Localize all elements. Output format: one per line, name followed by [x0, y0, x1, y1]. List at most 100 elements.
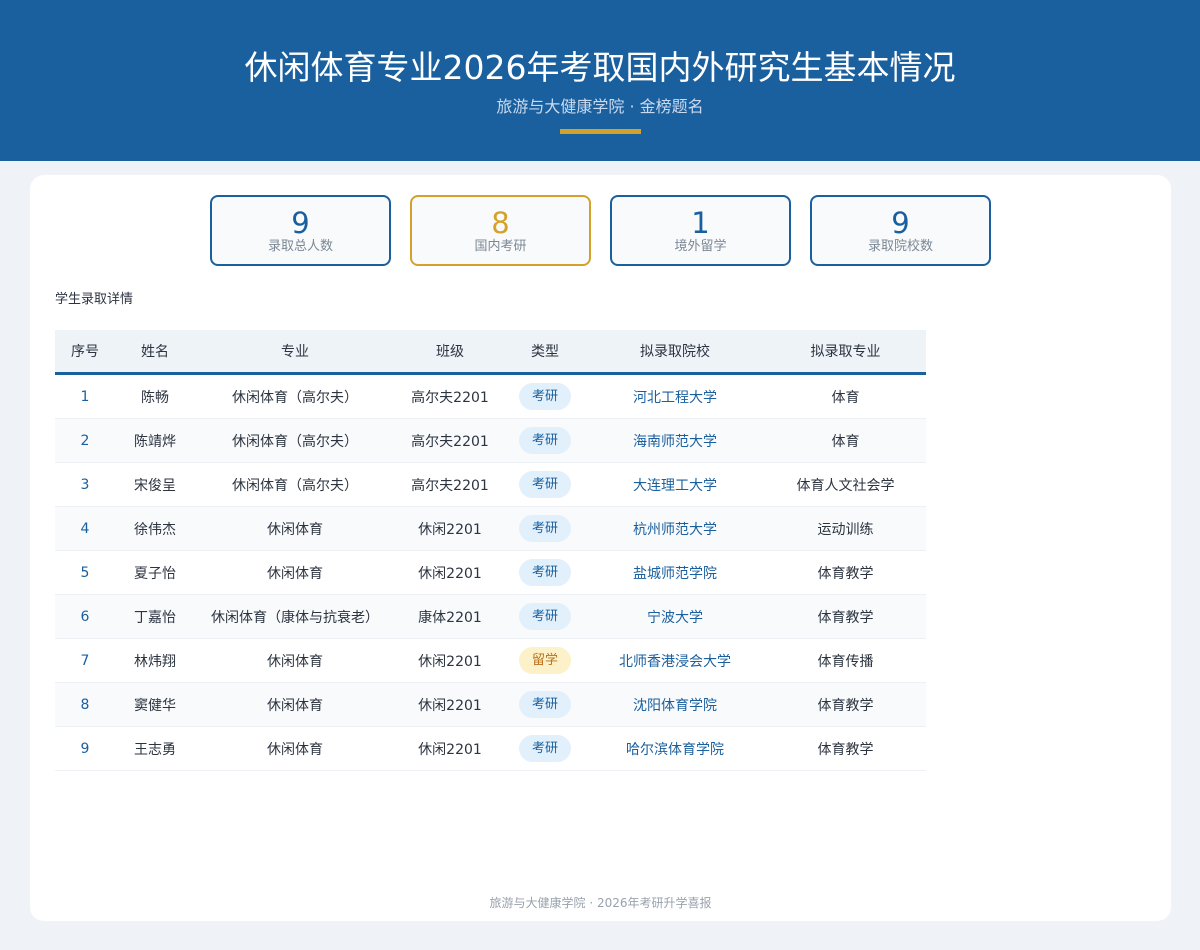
- table-row: 3 宋俊呈 休闲体育（高尔夫） 高尔夫2201 考研 大连理工大学 体育人文社会学: [55, 463, 926, 507]
- cell-type: 考研: [505, 551, 585, 594]
- cell-name: 陈靖烨: [134, 433, 176, 450]
- header-name: 姓名: [141, 344, 169, 360]
- cell-class: 高尔夫2201: [411, 477, 489, 494]
- cell-target-major: 体育: [831, 389, 860, 406]
- cell-type: 留学: [505, 639, 585, 682]
- content-card: 9 录取总人数 8 国内考研 1 境外留学 9 录取院校数 学生录取详情 序号 …: [30, 175, 1171, 921]
- table-row: 2 陈靖烨 休闲体育（高尔夫） 高尔夫2201 考研 海南师范大学 体育: [55, 419, 926, 463]
- cell-school: 北师香港浸会大学: [619, 653, 731, 670]
- cell-major: 休闲体育: [267, 697, 323, 714]
- header-school: 拟录取院校: [640, 344, 710, 360]
- table-row: 7 林炜翔 休闲体育 休闲2201 留学 北师香港浸会大学 体育传播: [55, 639, 926, 683]
- cell-major: 休闲体育: [267, 565, 323, 582]
- cell-school: 海南师范大学: [633, 433, 717, 450]
- header-index: 序号: [71, 344, 99, 360]
- table-row: 9 王志勇 休闲体育 休闲2201 考研 哈尔滨体育学院 体育教学: [55, 727, 926, 771]
- header-banner: 休闲体育专业2026年考取国内外研究生基本情况 旅游与大健康学院 · 金榜题名: [0, 0, 1200, 161]
- header-type: 类型: [531, 344, 559, 360]
- cell-major: 休闲体育: [267, 653, 323, 670]
- cell-name: 徐伟杰: [134, 521, 176, 538]
- cell-class: 休闲2201: [418, 565, 482, 582]
- cell-major: 休闲体育（康体与抗衰老）: [211, 609, 379, 626]
- cell-class: 高尔夫2201: [411, 433, 489, 450]
- cell-index: 6: [80, 608, 90, 625]
- stat-label: 录取总人数: [267, 239, 333, 254]
- cell-target-major: 运动训练: [817, 521, 874, 538]
- table-row: 8 窦健华 休闲体育 休闲2201 考研 沈阳体育学院 体育教学: [55, 683, 926, 727]
- type-badge: 考研: [518, 603, 571, 630]
- cell-school: 河北工程大学: [633, 389, 717, 406]
- header-major: 专业: [281, 344, 309, 360]
- cell-name: 丁嘉怡: [134, 609, 176, 626]
- cell-target-major: 体育教学: [817, 741, 874, 758]
- stat-value: 1: [691, 206, 710, 240]
- cell-major: 休闲体育（高尔夫）: [232, 389, 358, 406]
- type-badge: 考研: [518, 383, 571, 410]
- footer-text: 旅游与大健康学院 · 2026年考研升学喜报: [489, 896, 712, 910]
- title-underline: [560, 129, 641, 134]
- table-row: 1 陈畅 休闲体育（高尔夫） 高尔夫2201 考研 河北工程大学 体育: [55, 375, 926, 419]
- cell-type: 考研: [505, 683, 585, 726]
- type-badge: 留学: [518, 647, 571, 674]
- cell-index: 3: [80, 476, 90, 493]
- cell-class: 休闲2201: [418, 697, 482, 714]
- cell-school: 宁波大学: [647, 609, 703, 626]
- cell-school: 盐城师范学院: [633, 565, 717, 582]
- cell-type: 考研: [505, 727, 585, 770]
- cell-index: 4: [80, 520, 90, 537]
- cell-index: 8: [80, 696, 90, 713]
- cell-index: 7: [80, 652, 90, 669]
- stat-value: 9: [891, 206, 910, 240]
- stat-card-schools: 9 录取院校数: [810, 195, 991, 266]
- cell-name: 窦健华: [134, 697, 176, 714]
- admission-table: 序号 姓名 专业 班级 类型 拟录取院校 拟录取专业 1 陈畅 休闲体育（高尔夫）高…: [55, 330, 926, 771]
- cell-type: 考研: [505, 595, 585, 638]
- cell-name: 陈畅: [141, 389, 169, 406]
- table-row: 5 夏子怡 休闲体育 休闲2201 考研 盐城师范学院 体育教学: [55, 551, 926, 595]
- cell-name: 林炜翔: [134, 653, 176, 670]
- cell-class: 休闲2201: [418, 521, 482, 538]
- cell-class: 康体2201: [418, 609, 482, 626]
- cell-school: 大连理工大学: [633, 477, 717, 494]
- stat-value: 8: [491, 206, 510, 240]
- cell-major: 休闲体育（高尔夫）: [232, 477, 358, 494]
- type-badge: 考研: [518, 559, 571, 586]
- cell-class: 休闲2201: [418, 653, 482, 670]
- cell-class: 高尔夫2201: [411, 389, 489, 406]
- cell-target-major: 体育教学: [817, 609, 874, 626]
- stat-card-abroad: 1 境外留学: [610, 195, 791, 266]
- cell-type: 考研: [505, 419, 585, 462]
- cell-index: 9: [80, 740, 90, 757]
- page-title: 休闲体育专业2026年考取国内外研究生基本情况: [244, 48, 956, 87]
- table-row: 4 徐伟杰 休闲体育 休闲2201 考研 杭州师范大学 运动训练: [55, 507, 926, 551]
- stat-label: 境外留学: [674, 239, 727, 254]
- stats-row: 9 录取总人数 8 国内考研 1 境外留学 9 录取院校数: [210, 195, 991, 266]
- header-class: 班级: [436, 344, 464, 360]
- cell-index: 2: [80, 432, 90, 449]
- type-badge: 考研: [518, 427, 571, 454]
- cell-target-major: 体育: [831, 433, 860, 450]
- type-badge: 考研: [518, 691, 571, 718]
- cell-name: 王志勇: [134, 741, 176, 758]
- stat-value: 9: [291, 206, 310, 240]
- table-body: 1 陈畅 休闲体育（高尔夫） 高尔夫2201 考研 河北工程大学 体育 2 陈靖烨 休闲体育（高尔…: [55, 375, 926, 771]
- cell-type: 考研: [505, 507, 585, 550]
- cell-school: 沈阳体育学院: [633, 697, 717, 714]
- stat-label: 国内考研: [474, 239, 527, 254]
- table-row: 6 丁嘉怡 休闲体育（康体与抗衰老） 康体2201 考研 宁波大学 体育教学: [55, 595, 926, 639]
- cell-school: 杭州师范大学: [633, 521, 717, 538]
- page-subtitle: 旅游与大健康学院 · 金榜题名: [496, 97, 704, 116]
- cell-target-major: 体育教学: [817, 565, 874, 582]
- cell-name: 宋俊呈: [134, 477, 176, 494]
- table-header: 序号 姓名 专业 班级 类型 拟录取院校 拟录取专业: [55, 330, 926, 375]
- cell-major: 休闲体育: [267, 741, 323, 758]
- cell-type: 考研: [505, 463, 585, 506]
- type-badge: 考研: [518, 735, 571, 762]
- cell-target-major: 体育教学: [817, 697, 874, 714]
- stat-card-domestic: 8 国内考研: [410, 195, 591, 266]
- cell-class: 休闲2201: [418, 741, 482, 758]
- cell-school: 哈尔滨体育学院: [626, 741, 724, 758]
- header-target-major: 拟录取专业: [810, 344, 881, 360]
- stat-label: 录取院校数: [867, 239, 933, 254]
- cell-major: 休闲体育（高尔夫）: [232, 433, 358, 450]
